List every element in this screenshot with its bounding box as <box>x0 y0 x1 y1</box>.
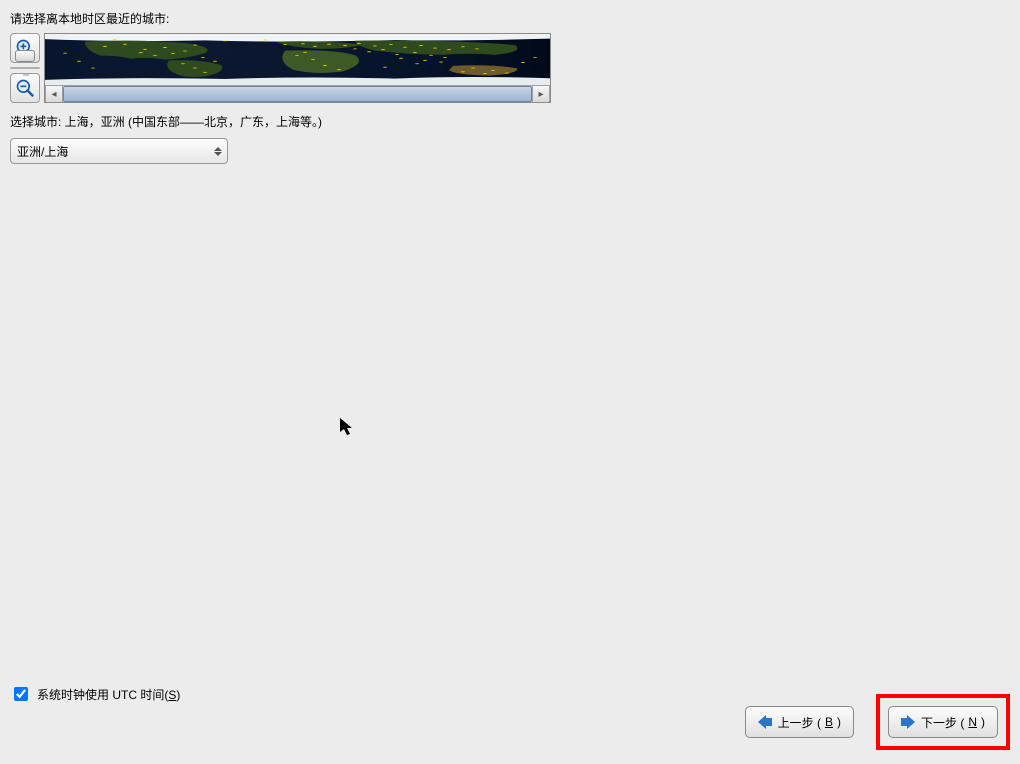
scroll-left-arrow-icon[interactable]: ◂ <box>45 86 63 102</box>
scroll-right-arrow-icon[interactable]: ▸ <box>532 86 550 102</box>
zoom-out-button[interactable] <box>10 73 40 103</box>
arrow-right-icon <box>901 715 915 730</box>
zoom-slider[interactable] <box>10 67 40 69</box>
prompt-label: 请选择离本地时区最近的城市: <box>10 10 1010 27</box>
timezone-value: 亚洲/上海 <box>17 143 68 160</box>
next-button-highlight: 下一步 (N) <box>876 694 1010 750</box>
arrow-left-icon <box>758 715 772 730</box>
map-horizontal-scrollbar[interactable]: ◂ ▸ <box>45 85 550 102</box>
selected-city-value: 上海，亚洲 (中国东部——北京，广东，上海等。) <box>65 115 322 129</box>
utc-checkbox-label[interactable]: 系统时钟使用 UTC 时间(S) <box>37 686 180 703</box>
timezone-map[interactable]: X 上海 <box>45 34 550 85</box>
back-button[interactable]: 上一步 (B) <box>745 706 854 738</box>
zoom-out-icon <box>15 78 35 98</box>
timezone-combobox[interactable]: 亚洲/上海 <box>10 138 228 164</box>
next-button[interactable]: 下一步 (N) <box>888 706 998 738</box>
utc-checkbox[interactable] <box>14 687 28 701</box>
zoom-slider-handle[interactable] <box>15 50 35 62</box>
combobox-updown-icon <box>211 141 225 161</box>
selected-city-prefix: 选择城市: <box>10 115 65 129</box>
scroll-thumb[interactable] <box>63 86 532 102</box>
